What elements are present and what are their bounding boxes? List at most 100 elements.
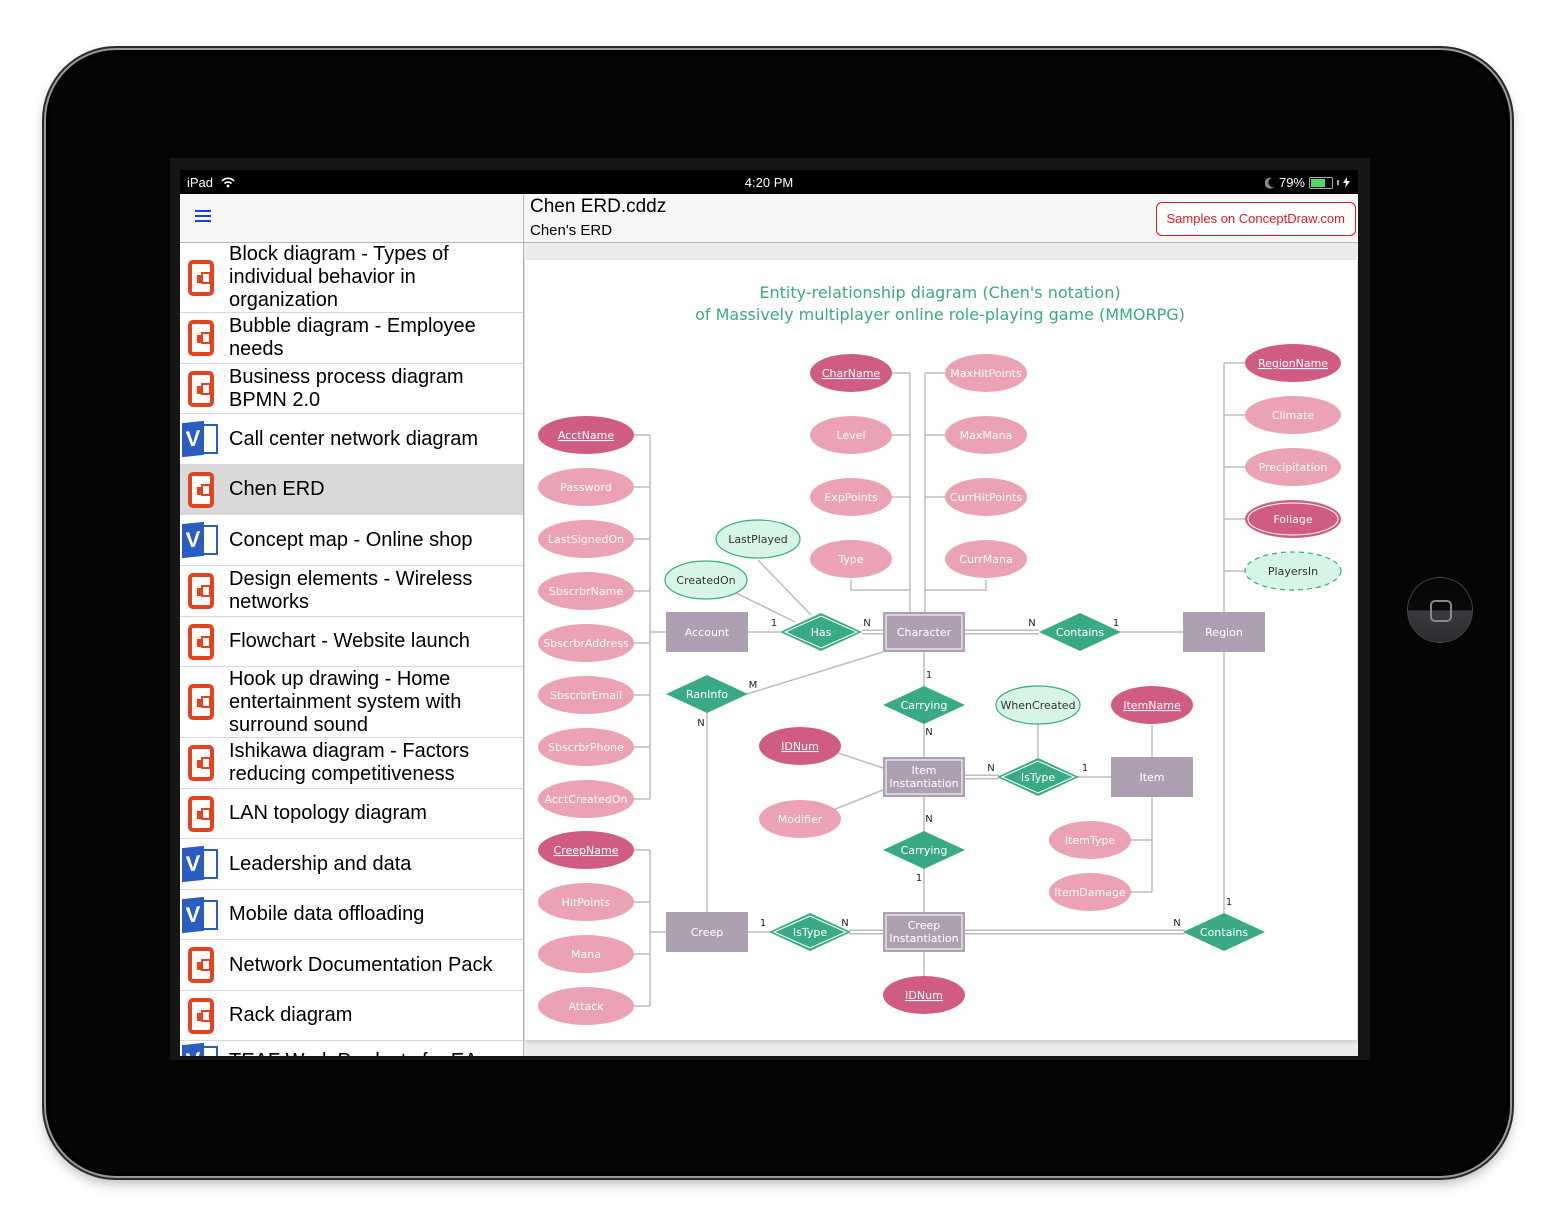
cardinality-label: N bbox=[987, 763, 994, 774]
relationship-carrying2[interactable]: Carrying bbox=[883, 831, 965, 869]
relationship-istype1[interactable]: IsType bbox=[997, 758, 1079, 796]
sidebar-item-label: LAN topology diagram bbox=[229, 802, 427, 824]
entity-creep_inst[interactable]: CreepInstantiation bbox=[883, 912, 965, 952]
main-header: Chen ERD.cddz Chen's ERD Samples on Conc… bbox=[524, 194, 1358, 243]
relationship-carrying1[interactable]: Carrying bbox=[883, 686, 965, 724]
entity-item[interactable]: Item bbox=[1111, 757, 1193, 797]
sidebar-item[interactable]: Network Documentation Pack bbox=[180, 940, 523, 991]
sidebar-item[interactable]: Rack diagram bbox=[180, 991, 523, 1041]
sidebar-item[interactable]: Ishikawa diagram - Factors reducing comp… bbox=[180, 738, 523, 789]
diagram-title-line1: Entity-relationship diagram (Chen's nota… bbox=[759, 283, 1120, 302]
sidebar-item[interactable]: Bubble diagram - Employee needs bbox=[180, 313, 523, 364]
visio-logo: V bbox=[182, 420, 220, 458]
sidebar-item[interactable]: Flowchart - Website launch bbox=[180, 617, 523, 667]
sidebar-item[interactable]: V Mobile data offloading bbox=[180, 890, 523, 940]
sidebar-item[interactable]: V Call center network diagram bbox=[180, 414, 523, 465]
attribute-acctcreatedon[interactable]: AcctCreatedOn bbox=[538, 780, 634, 818]
sidebar-item[interactable]: Design elements - Wireless networks bbox=[180, 566, 523, 617]
entity-item_inst[interactable]: ItemInstantiation bbox=[883, 757, 965, 797]
cardinality-label: 1 bbox=[1113, 618, 1119, 629]
erd-diagram: Entity-relationship diagram (Chen's nota… bbox=[538, 283, 1342, 1025]
attribute-label: PlayersIn bbox=[1268, 565, 1318, 578]
entity-account[interactable]: Account bbox=[666, 612, 748, 652]
sidebar-item-label: Chen ERD bbox=[229, 478, 325, 500]
relationship-has[interactable]: Has bbox=[780, 613, 862, 651]
relationship-raninfo[interactable]: RanInfo bbox=[666, 675, 748, 713]
attribute-precipitation[interactable]: Precipitation bbox=[1245, 448, 1341, 486]
entity-creep[interactable]: Creep bbox=[666, 912, 748, 952]
sidebar-item[interactable]: Block diagram - Types of individual beha… bbox=[180, 243, 523, 313]
conceptdraw-doc-icon bbox=[180, 997, 222, 1034]
conceptdraw-logo bbox=[188, 370, 214, 407]
relationship-contains1[interactable]: Contains bbox=[1039, 613, 1121, 651]
relationship-label: IsType bbox=[1021, 771, 1055, 784]
attribute-exppoints[interactable]: ExpPoints bbox=[810, 478, 892, 516]
attribute-currhitpoints[interactable]: CurrHitPoints bbox=[945, 478, 1027, 516]
entity-region[interactable]: Region bbox=[1183, 612, 1265, 652]
attribute-label: Climate bbox=[1272, 409, 1315, 422]
sidebar-item[interactable]: LAN topology diagram bbox=[180, 789, 523, 839]
status-time: 4:20 PM bbox=[744, 175, 794, 190]
sidebar-item[interactable]: Chen ERD bbox=[180, 465, 523, 515]
sidebar-item[interactable]: VTEAF Work Products for EA bbox=[180, 1041, 523, 1056]
attribute-password[interactable]: Password bbox=[538, 468, 634, 506]
relationship-contains2[interactable]: Contains bbox=[1183, 913, 1265, 951]
attribute-modifier[interactable]: Modifier bbox=[759, 800, 841, 838]
attribute-charname[interactable]: CharName bbox=[810, 354, 892, 392]
sidebar-item[interactable]: V Leadership and data bbox=[180, 839, 523, 890]
sidebar-item[interactable]: Hook up drawing - Home entertainment sys… bbox=[180, 667, 523, 738]
attribute-acctname[interactable]: AcctName bbox=[538, 416, 634, 454]
sidebar-item[interactable]: Business process diagram BPMN 2.0 bbox=[180, 364, 523, 414]
connector bbox=[837, 752, 884, 769]
cardinality-label: N bbox=[841, 918, 848, 929]
attribute-sbscrbrname[interactable]: SbscrbrName bbox=[538, 572, 634, 610]
entity-label: Account bbox=[685, 626, 730, 639]
attribute-idnum2[interactable]: IDNum bbox=[883, 976, 965, 1014]
conceptdraw-logo bbox=[188, 623, 214, 660]
attribute-sbscrbrphone[interactable]: SbscrbrPhone bbox=[538, 728, 634, 766]
attribute-hitpoints[interactable]: HitPoints bbox=[538, 883, 634, 921]
attribute-type[interactable]: Type bbox=[810, 540, 892, 578]
attribute-climate[interactable]: Climate bbox=[1245, 396, 1341, 434]
attribute-currmana[interactable]: CurrMana bbox=[945, 540, 1027, 578]
attribute-label: Password bbox=[560, 481, 611, 494]
attribute-itemdamage[interactable]: ItemDamage bbox=[1049, 873, 1131, 911]
attribute-playersin[interactable]: PlayersIn bbox=[1244, 551, 1342, 591]
attribute-label: IDNum bbox=[781, 740, 819, 753]
attribute-idnum1[interactable]: IDNum bbox=[759, 727, 841, 765]
relationship-label: Contains bbox=[1056, 626, 1104, 639]
battery-tip bbox=[1337, 180, 1339, 185]
attribute-itemtype[interactable]: ItemType bbox=[1049, 821, 1131, 859]
diagram-title-line2: of Massively multiplayer online role-pla… bbox=[695, 305, 1185, 324]
attribute-regionname[interactable]: RegionName bbox=[1245, 344, 1341, 382]
document-file-name: Chen ERD.cddz bbox=[530, 196, 667, 217]
attribute-createdon[interactable]: CreatedOn bbox=[664, 560, 748, 600]
relationship-label: Carrying bbox=[901, 699, 948, 712]
attribute-label: SbscrbrName bbox=[549, 585, 623, 598]
attribute-maxhitpoints[interactable]: MaxHitPoints bbox=[945, 354, 1027, 392]
diagram-canvas[interactable]: Entity-relationship diagram (Chen's nota… bbox=[525, 260, 1357, 1040]
samples-button[interactable]: Samples on ConceptDraw.com bbox=[1155, 202, 1356, 236]
attribute-creepname[interactable]: CreepName bbox=[538, 831, 634, 869]
attribute-lastplayed[interactable]: LastPlayed bbox=[715, 519, 801, 559]
attribute-lastsignedon[interactable]: LastSignedOn bbox=[538, 520, 634, 558]
attribute-level[interactable]: Level bbox=[810, 416, 892, 454]
attribute-whencreated[interactable]: WhenCreated bbox=[995, 685, 1081, 725]
home-button[interactable] bbox=[1408, 578, 1472, 642]
attribute-sbscrbremail[interactable]: SbscrbrEmail bbox=[538, 676, 634, 714]
attribute-maxmana[interactable]: MaxMana bbox=[945, 416, 1027, 454]
relationship-istype2[interactable]: IsType bbox=[769, 913, 851, 951]
attribute-itemname[interactable]: ItemName bbox=[1111, 686, 1193, 724]
attribute-attack[interactable]: Attack bbox=[538, 987, 634, 1025]
attribute-label: HitPoints bbox=[562, 896, 611, 909]
entity-character[interactable]: Character bbox=[883, 612, 965, 652]
sidebar-item-label: Hook up drawing - Home entertainment sys… bbox=[229, 667, 462, 736]
hamburger-menu-icon[interactable] bbox=[195, 210, 211, 222]
attribute-mana[interactable]: Mana bbox=[538, 935, 634, 973]
attribute-label: AcctName bbox=[558, 429, 614, 442]
conceptdraw-doc-icon bbox=[180, 320, 222, 356]
attribute-sbscrbraddress[interactable]: SbscrbrAddress bbox=[538, 624, 634, 662]
conceptdraw-doc-icon bbox=[180, 259, 222, 296]
attribute-foliage[interactable]: Foliage bbox=[1245, 500, 1341, 538]
sidebar-item[interactable]: V Concept map - Online shop bbox=[180, 515, 523, 566]
